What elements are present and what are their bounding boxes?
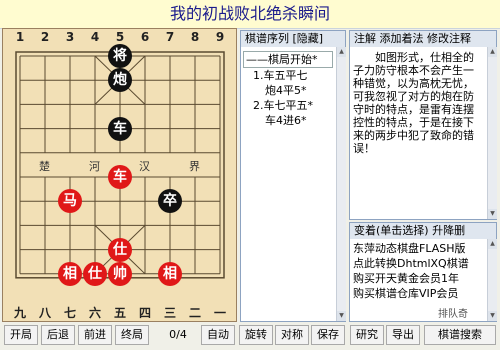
move-list-item[interactable]: 炮4平5*: [243, 83, 333, 98]
auto-play-button[interactable]: 自动: [201, 325, 235, 345]
rotate-button[interactable]: 旋转: [239, 325, 273, 345]
file-label-top: 7: [165, 30, 175, 44]
search-games-button[interactable]: 棋谱搜索: [424, 325, 496, 345]
file-label-top: 6: [140, 30, 150, 44]
file-label-top: 8: [190, 30, 200, 44]
red-elephant-right-piece[interactable]: 相: [158, 261, 182, 286]
move-list-panel: 棋谱序列 [隐藏] ——棋局开始* 1.车五平七 炮4平5* 2.车七平五* 车4进6*…: [240, 30, 346, 322]
save-button[interactable]: 保存: [311, 325, 345, 345]
river-label: 界: [189, 159, 200, 173]
scroll-down-arrow-icon[interactable]: ▼: [488, 311, 497, 321]
variations-list: 东萍动态棋盘FLASH版 点此转换DhtmlXQ棋谱 购买开天黄金会员1年 购买棋谱仓…: [353, 241, 485, 301]
file-label-bottom: 二: [188, 306, 201, 320]
red-advisor-left-piece[interactable]: 仕: [83, 261, 107, 286]
move-list-item[interactable]: 车4进6*: [243, 113, 333, 128]
move-counter: 0/4: [169, 328, 187, 341]
file-label-bottom: 六: [88, 306, 101, 320]
file-label-top: 1: [15, 30, 25, 44]
window-title: 我的初战败北绝杀瞬间: [0, 0, 500, 29]
black-soldier-piece[interactable]: 卒: [158, 189, 182, 214]
move-list-scrollbar[interactable]: ▲ ▼: [336, 47, 346, 321]
forward-button[interactable]: 前进: [78, 325, 112, 345]
file-label-top: 5: [115, 30, 125, 44]
study-button[interactable]: 研究: [350, 325, 384, 345]
scroll-up-arrow-icon[interactable]: ▲: [488, 47, 497, 57]
black-cannon-piece[interactable]: 炮: [108, 68, 132, 93]
file-label-bottom: 一: [213, 306, 226, 320]
file-label-bottom: 九: [13, 306, 26, 320]
variations-scrollbar[interactable]: ▲ ▼: [487, 239, 497, 321]
file-label-top: 9: [215, 30, 225, 44]
red-chariot-piece[interactable]: 车: [108, 165, 132, 189]
red-advisor-center-piece[interactable]: 仕: [108, 237, 132, 262]
variations-header[interactable]: 变着(单击选择) 升降删: [350, 223, 496, 239]
back-button[interactable]: 后退: [41, 325, 75, 345]
river-label: 河: [89, 159, 100, 173]
file-label-bottom: 八: [38, 306, 51, 320]
annotation-header[interactable]: 注解 添加着法 修改注释: [350, 31, 496, 47]
variations-panel: 变着(单击选择) 升降删 东萍动态棋盘FLASH版 点此转换DhtmlXQ棋谱 购买…: [349, 222, 497, 322]
scroll-up-arrow-icon[interactable]: ▲: [337, 47, 346, 57]
scroll-down-arrow-icon[interactable]: ▼: [337, 311, 346, 321]
file-label-bottom: 四: [138, 306, 151, 320]
file-label-bottom: 三: [163, 306, 176, 320]
move-list-header[interactable]: 棋谱序列 [隐藏]: [241, 31, 345, 47]
annotation-scrollbar[interactable]: ▲ ▼: [487, 47, 497, 219]
file-label-top: 4: [90, 30, 100, 44]
file-label-top: 3: [65, 30, 75, 44]
end-button[interactable]: 终局: [115, 325, 149, 345]
black-general-piece[interactable]: 将: [108, 44, 132, 68]
start-button[interactable]: 开局: [4, 325, 38, 345]
red-horse-piece[interactable]: 马: [58, 189, 82, 214]
file-label-bottom: 五: [113, 306, 126, 320]
move-list-item[interactable]: ——棋局开始*: [243, 51, 333, 68]
mirror-button[interactable]: 对称: [275, 325, 309, 345]
river-label: 楚: [39, 159, 50, 173]
watermark-text: 排队奇: [438, 309, 468, 320]
file-label-bottom: 七: [63, 306, 76, 320]
xiangqi-board[interactable]: 123456789 九八七六五四三二一 楚河汉界 将炮车卒车马仕相仕帅相: [2, 28, 237, 322]
red-elephant-left-piece[interactable]: 相: [58, 261, 82, 286]
variation-item[interactable]: 点此转换DhtmlXQ棋谱: [353, 256, 485, 271]
scroll-up-arrow-icon[interactable]: ▲: [488, 239, 497, 249]
variation-item[interactable]: 东萍动态棋盘FLASH版: [353, 241, 485, 256]
export-button[interactable]: 导出: [386, 325, 420, 345]
variation-item[interactable]: 购买开天黄金会员1年: [353, 271, 485, 286]
move-list-item[interactable]: 2.车七平五*: [243, 98, 333, 113]
variation-item[interactable]: 购买棋谱仓库VIP会员: [353, 286, 485, 301]
scroll-down-arrow-icon[interactable]: ▼: [488, 209, 497, 219]
file-label-top: 2: [40, 30, 50, 44]
annotation-text: 如图形式，仕相全的子力防守根本不会产生一种错觉，以为高枕无忧，可我忽视了对方的炮…: [353, 51, 474, 155]
river-label: 汉: [139, 159, 150, 173]
black-chariot-piece[interactable]: 车: [108, 116, 132, 141]
red-king-piece[interactable]: 帅: [108, 261, 132, 286]
move-list: ——棋局开始* 1.车五平七 炮4平5* 2.车七平五* 车4进6*: [243, 51, 333, 128]
move-list-item[interactable]: 1.车五平七: [243, 68, 333, 83]
annotation-panel: 注解 添加着法 修改注释 如图形式，仕相全的子力防守根本不会产生一种错觉，以为高…: [349, 30, 497, 220]
